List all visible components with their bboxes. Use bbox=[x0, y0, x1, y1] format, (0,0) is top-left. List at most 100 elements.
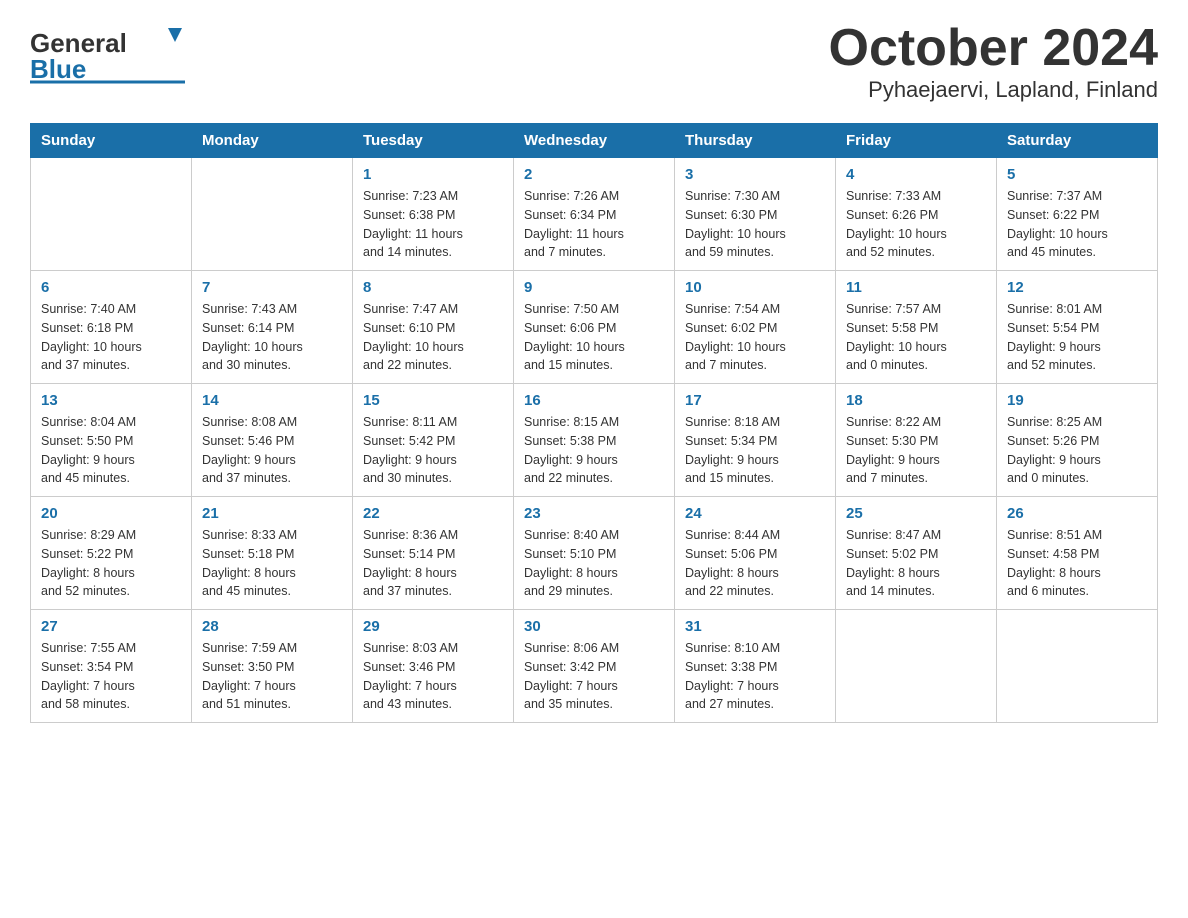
day-number: 15 bbox=[363, 392, 503, 409]
day-number: 26 bbox=[1007, 505, 1147, 522]
day-number: 13 bbox=[41, 392, 181, 409]
day-cell-w5-d4: 30 Sunrise: 8:06 AMSunset: 3:42 PMDayligh… bbox=[514, 610, 675, 723]
day-cell-w2-d7: 12 Sunrise: 8:01 AMSunset: 5:54 PMDayligh… bbox=[997, 271, 1158, 384]
day-number: 23 bbox=[524, 505, 664, 522]
day-info: Sunrise: 7:40 AMSunset: 6:18 PMDaylight:… bbox=[41, 300, 181, 375]
week-row-4: 20Sunrise: 8:29 AMSunset: 5:22 PMDayligh… bbox=[31, 497, 1158, 610]
day-number: 27 bbox=[41, 618, 181, 635]
logo-svg: General Blue bbox=[30, 20, 190, 90]
day-cell-w1-d1 bbox=[31, 158, 192, 271]
day-info: Sunrise: 8:22 AMSunset: 5:30 PMDaylight:… bbox=[846, 413, 986, 488]
day-number: 12 bbox=[1007, 279, 1147, 296]
day-number: 4 bbox=[846, 166, 986, 183]
day-cell-w5-d5: 31 Sunrise: 8:10 AMSunset: 3:38 PMDayligh… bbox=[675, 610, 836, 723]
week-row-2: 6 Sunrise: 7:40 AMSunset: 6:18 PMDaylight… bbox=[31, 271, 1158, 384]
day-number: 21 bbox=[202, 505, 342, 522]
day-cell-w2-d2: 7 Sunrise: 7:43 AMSunset: 6:14 PMDaylight… bbox=[192, 271, 353, 384]
day-info: Sunrise: 7:43 AMSunset: 6:14 PMDaylight:… bbox=[202, 300, 342, 375]
logo: General Blue bbox=[30, 20, 190, 90]
day-info: Sunrise: 8:10 AMSunset: 3:38 PMDaylight:… bbox=[685, 639, 825, 714]
day-cell-w4-d5: 24 Sunrise: 8:44 AMSunset: 5:06 PMDayligh… bbox=[675, 497, 836, 610]
day-cell-w4-d6: 25 Sunrise: 8:47 AMSunset: 5:02 PMDayligh… bbox=[836, 497, 997, 610]
day-cell-w4-d7: 26 Sunrise: 8:51 AMSunset: 4:58 PMDayligh… bbox=[997, 497, 1158, 610]
day-cell-w3-d2: 14 Sunrise: 8:08 AMSunset: 5:46 PMDayligh… bbox=[192, 384, 353, 497]
day-info: Sunrise: 7:26 AMSunset: 6:34 PMDaylight:… bbox=[524, 187, 664, 262]
day-number: 22 bbox=[363, 505, 503, 522]
day-number: 9 bbox=[524, 279, 664, 296]
week-row-1: 1 Sunrise: 7:23 AMSunset: 6:38 PMDaylight… bbox=[31, 158, 1158, 271]
day-number: 6 bbox=[41, 279, 181, 296]
day-number: 19 bbox=[1007, 392, 1147, 409]
week-row-5: 27 Sunrise: 7:55 AMSunset: 3:54 PMDayligh… bbox=[31, 610, 1158, 723]
day-number: 5 bbox=[1007, 166, 1147, 183]
day-info: Sunrise: 8:18 AMSunset: 5:34 PMDaylight:… bbox=[685, 413, 825, 488]
day-number: 31 bbox=[685, 618, 825, 635]
day-info: Sunrise: 8:15 AMSunset: 5:38 PMDaylight:… bbox=[524, 413, 664, 488]
day-cell-w4-d3: 22 Sunrise: 8:36 AMSunset: 5:14 PMDayligh… bbox=[353, 497, 514, 610]
day-number: 25 bbox=[846, 505, 986, 522]
day-number: 28 bbox=[202, 618, 342, 635]
day-cell-w3-d6: 18 Sunrise: 8:22 AMSunset: 5:30 PMDayligh… bbox=[836, 384, 997, 497]
day-cell-w2-d4: 9 Sunrise: 7:50 AMSunset: 6:06 PMDaylight… bbox=[514, 271, 675, 384]
day-cell-w2-d1: 6 Sunrise: 7:40 AMSunset: 6:18 PMDaylight… bbox=[31, 271, 192, 384]
day-info: Sunrise: 8:01 AMSunset: 5:54 PMDaylight:… bbox=[1007, 300, 1147, 375]
day-cell-w5-d1: 27 Sunrise: 7:55 AMSunset: 3:54 PMDayligh… bbox=[31, 610, 192, 723]
day-info: Sunrise: 8:06 AMSunset: 3:42 PMDaylight:… bbox=[524, 639, 664, 714]
day-info: Sunrise: 7:55 AMSunset: 3:54 PMDaylight:… bbox=[41, 639, 181, 714]
header-wednesday: Wednesday bbox=[514, 124, 675, 158]
title-block: October 2024 Pyhaejaervi, Lapland, Finla… bbox=[829, 20, 1159, 103]
svg-text:Blue: Blue bbox=[30, 54, 86, 84]
day-info: Sunrise: 8:08 AMSunset: 5:46 PMDaylight:… bbox=[202, 413, 342, 488]
header-sunday: Sunday bbox=[31, 124, 192, 158]
day-cell-w5-d2: 28Sunrise: 7:59 AMSunset: 3:50 PMDayligh… bbox=[192, 610, 353, 723]
day-number: 24 bbox=[685, 505, 825, 522]
day-cell-w4-d4: 23 Sunrise: 8:40 AMSunset: 5:10 PMDayligh… bbox=[514, 497, 675, 610]
page-header: General Blue October 2024 Pyhaejaervi, L… bbox=[30, 20, 1158, 103]
header-friday: Friday bbox=[836, 124, 997, 158]
calendar-header: Sunday Monday Tuesday Wednesday Thursday… bbox=[31, 124, 1158, 158]
day-info: Sunrise: 8:51 AMSunset: 4:58 PMDaylight:… bbox=[1007, 526, 1147, 601]
day-number: 1 bbox=[363, 166, 503, 183]
day-number: 14 bbox=[202, 392, 342, 409]
day-info: Sunrise: 8:25 AMSunset: 5:26 PMDaylight:… bbox=[1007, 413, 1147, 488]
day-info: Sunrise: 8:04 AMSunset: 5:50 PMDaylight:… bbox=[41, 413, 181, 488]
day-info: Sunrise: 8:44 AMSunset: 5:06 PMDaylight:… bbox=[685, 526, 825, 601]
day-info: Sunrise: 8:47 AMSunset: 5:02 PMDaylight:… bbox=[846, 526, 986, 601]
day-cell-w5-d7 bbox=[997, 610, 1158, 723]
day-info: Sunrise: 7:30 AMSunset: 6:30 PMDaylight:… bbox=[685, 187, 825, 262]
day-number: 16 bbox=[524, 392, 664, 409]
calendar-body: 1 Sunrise: 7:23 AMSunset: 6:38 PMDaylight… bbox=[31, 158, 1158, 723]
day-cell-w1-d2 bbox=[192, 158, 353, 271]
page-title: October 2024 bbox=[829, 20, 1159, 77]
day-info: Sunrise: 8:29 AMSunset: 5:22 PMDaylight:… bbox=[41, 526, 181, 601]
day-cell-w3-d4: 16 Sunrise: 8:15 AMSunset: 5:38 PMDayligh… bbox=[514, 384, 675, 497]
day-number: 8 bbox=[363, 279, 503, 296]
day-info: Sunrise: 7:23 AMSunset: 6:38 PMDaylight:… bbox=[363, 187, 503, 262]
day-number: 2 bbox=[524, 166, 664, 183]
week-row-3: 13 Sunrise: 8:04 AMSunset: 5:50 PMDayligh… bbox=[31, 384, 1158, 497]
day-info: Sunrise: 7:47 AMSunset: 6:10 PMDaylight:… bbox=[363, 300, 503, 375]
day-cell-w3-d3: 15Sunrise: 8:11 AMSunset: 5:42 PMDayligh… bbox=[353, 384, 514, 497]
day-cell-w2-d5: 10Sunrise: 7:54 AMSunset: 6:02 PMDayligh… bbox=[675, 271, 836, 384]
page-subtitle: Pyhaejaervi, Lapland, Finland bbox=[829, 77, 1159, 103]
day-info: Sunrise: 8:33 AMSunset: 5:18 PMDaylight:… bbox=[202, 526, 342, 601]
day-number: 11 bbox=[846, 279, 986, 296]
calendar-table: Sunday Monday Tuesday Wednesday Thursday… bbox=[30, 123, 1158, 723]
day-cell-w4-d1: 20Sunrise: 8:29 AMSunset: 5:22 PMDayligh… bbox=[31, 497, 192, 610]
header-saturday: Saturday bbox=[997, 124, 1158, 158]
day-info: Sunrise: 7:37 AMSunset: 6:22 PMDaylight:… bbox=[1007, 187, 1147, 262]
day-cell-w3-d5: 17Sunrise: 8:18 AMSunset: 5:34 PMDayligh… bbox=[675, 384, 836, 497]
day-info: Sunrise: 7:57 AMSunset: 5:58 PMDaylight:… bbox=[846, 300, 986, 375]
day-number: 7 bbox=[202, 279, 342, 296]
day-info: Sunrise: 8:03 AMSunset: 3:46 PMDaylight:… bbox=[363, 639, 503, 714]
day-info: Sunrise: 7:50 AMSunset: 6:06 PMDaylight:… bbox=[524, 300, 664, 375]
day-info: Sunrise: 7:54 AMSunset: 6:02 PMDaylight:… bbox=[685, 300, 825, 375]
day-cell-w3-d1: 13 Sunrise: 8:04 AMSunset: 5:50 PMDayligh… bbox=[31, 384, 192, 497]
day-number: 18 bbox=[846, 392, 986, 409]
day-info: Sunrise: 8:36 AMSunset: 5:14 PMDaylight:… bbox=[363, 526, 503, 601]
day-number: 29 bbox=[363, 618, 503, 635]
day-cell-w5-d3: 29 Sunrise: 8:03 AMSunset: 3:46 PMDayligh… bbox=[353, 610, 514, 723]
header-thursday: Thursday bbox=[675, 124, 836, 158]
day-number: 30 bbox=[524, 618, 664, 635]
day-info: Sunrise: 8:40 AMSunset: 5:10 PMDaylight:… bbox=[524, 526, 664, 601]
